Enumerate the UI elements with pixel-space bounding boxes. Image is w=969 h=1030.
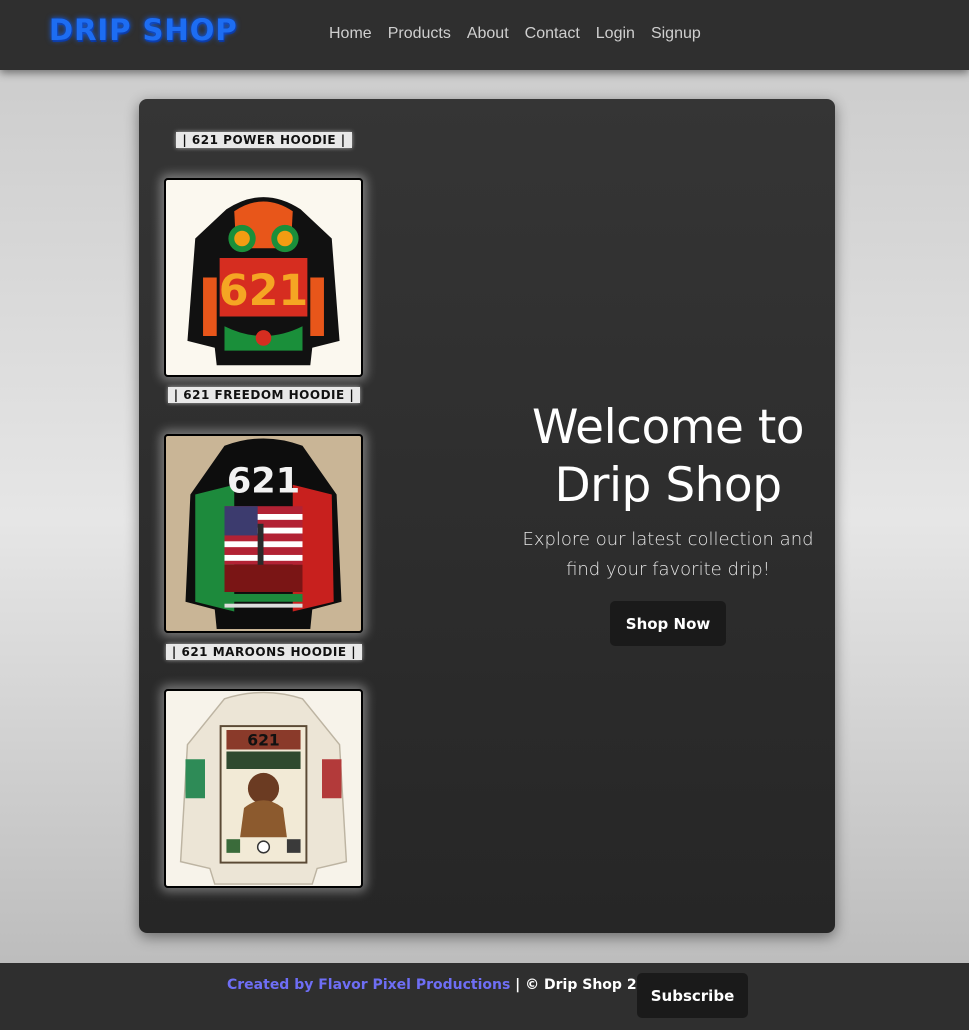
nav-signup[interactable]: Signup xyxy=(651,25,701,43)
footer-credit-link[interactable]: Created by Flavor Pixel Productions xyxy=(227,977,510,993)
product-title-label: | 621 MAROONS HOODIE | xyxy=(165,644,363,660)
footer-text: Created by Flavor Pixel Productions | © … xyxy=(227,977,666,993)
product-title-label: | 621 POWER HOODIE | xyxy=(176,132,352,148)
main-panel: | 621 POWER HOODIE | 621 | 621 FREEDOM H… xyxy=(139,99,835,933)
nav-login[interactable]: Login xyxy=(596,25,635,43)
hero-title-line: Welcome to xyxy=(531,400,805,455)
svg-text:621: 621 xyxy=(227,461,300,502)
subscribe-button[interactable]: Subscribe xyxy=(637,973,748,1018)
product-card-freedom-hoodie[interactable]: 621 xyxy=(164,434,363,633)
product-title-maroons: | 621 MAROONS HOODIE | xyxy=(139,644,389,660)
svg-text:621: 621 xyxy=(247,732,280,750)
nav-products[interactable]: Products xyxy=(388,25,451,43)
product-title-power: | 621 POWER HOODIE | xyxy=(139,132,389,148)
site-footer: Created by Flavor Pixel Productions | © … xyxy=(0,963,969,1030)
maroons-hoodie-image: 621 xyxy=(166,691,361,886)
product-title-label: | 621 FREEDOM HOODIE | xyxy=(167,387,361,403)
nav-contact[interactable]: Contact xyxy=(525,25,580,43)
nav-about[interactable]: About xyxy=(467,25,509,43)
hero-title-line: Drip Shop xyxy=(554,458,782,513)
site-header: DRIP SHOP Home Products About Contact Lo… xyxy=(0,0,969,70)
svg-text:621: 621 xyxy=(219,266,309,316)
hero-title: Welcome to Drip Shop xyxy=(517,399,819,515)
site-logo[interactable]: DRIP SHOP xyxy=(49,13,238,47)
nav-home[interactable]: Home xyxy=(329,25,372,43)
hero-subtitle-line: Explore our latest collection and xyxy=(522,529,814,550)
freedom-hoodie-image: 621 xyxy=(166,436,361,631)
shop-now-button[interactable]: Shop Now xyxy=(610,601,726,646)
product-card-power-hoodie[interactable]: 621 xyxy=(164,178,363,377)
power-hoodie-image: 621 xyxy=(166,180,361,375)
main-nav: Home Products About Contact Login Signup xyxy=(329,25,701,43)
product-title-freedom: | 621 FREEDOM HOODIE | xyxy=(139,387,389,403)
hero-subtitle: Explore our latest collection and find y… xyxy=(517,525,819,585)
product-card-maroons-hoodie[interactable]: 621 xyxy=(164,689,363,888)
hero-subtitle-line: find your favorite drip! xyxy=(566,559,770,580)
hero-section: Welcome to Drip Shop Explore our latest … xyxy=(517,399,819,646)
